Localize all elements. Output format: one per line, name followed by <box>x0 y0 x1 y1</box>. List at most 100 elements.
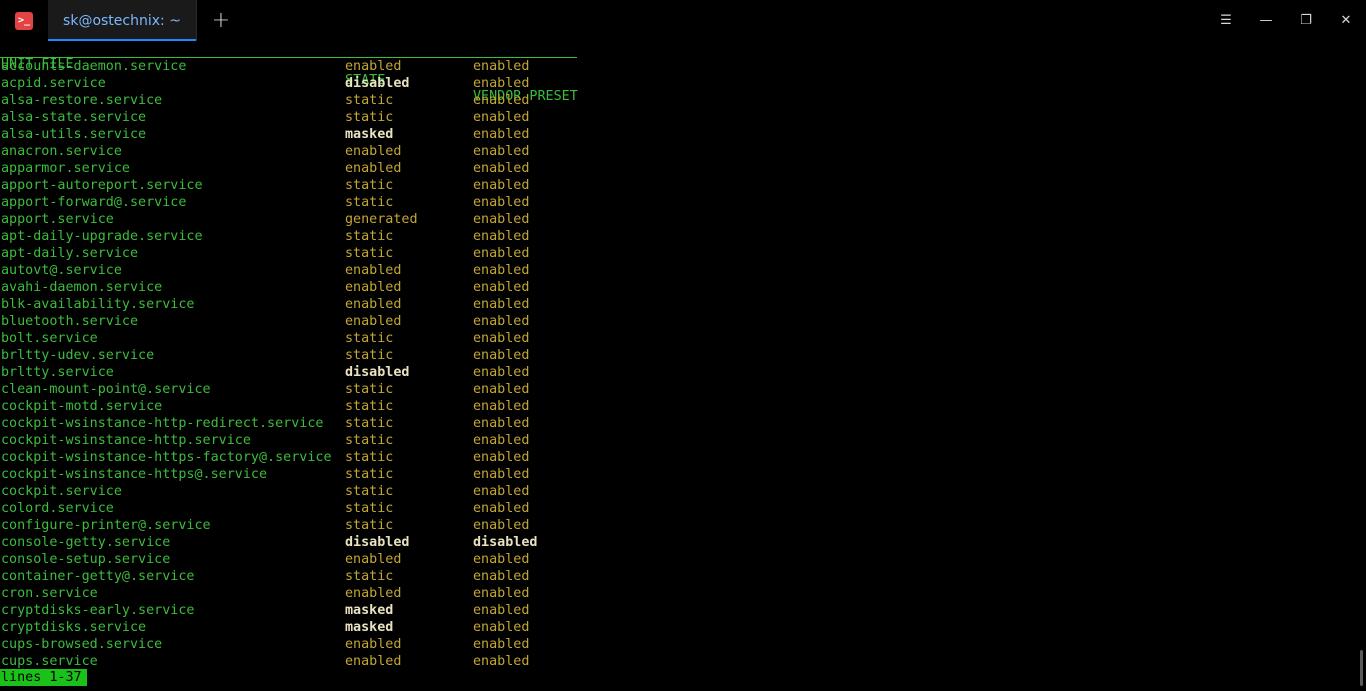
table-row: colord.service static enabled <box>0 500 1366 517</box>
unit-state: enabled <box>345 280 402 295</box>
unit-file-name: brltty-udev.service <box>1 348 155 363</box>
table-row: blk-availability.service enabled enabled <box>0 296 1366 313</box>
table-row: apport.service generated enabled <box>0 211 1366 228</box>
unit-file-name: console-setup.service <box>1 552 171 567</box>
unit-state: enabled <box>345 144 402 159</box>
unit-vendor-preset: enabled <box>473 314 530 329</box>
unit-state: enabled <box>345 637 402 652</box>
table-row: clean-mount-point@.service static enabled <box>0 381 1366 398</box>
hamburger-icon: ☰ <box>1220 13 1232 28</box>
table-row: alsa-utils.service masked enabled <box>0 126 1366 143</box>
unit-file-name: cockpit-wsinstance-http-redirect.service <box>1 416 324 431</box>
table-row: brltty.service disabled enabled <box>0 364 1366 381</box>
unit-file-name: cryptdisks.service <box>1 620 147 635</box>
table-row: alsa-restore.service static enabled <box>0 92 1366 109</box>
unit-file-name: apt-daily-upgrade.service <box>1 229 203 244</box>
unit-state: static <box>345 501 394 516</box>
unit-state: enabled <box>345 59 402 74</box>
unit-vendor-preset: enabled <box>473 212 530 227</box>
unit-state: static <box>345 348 394 363</box>
table-row: cockpit-wsinstance-https-factory@.servic… <box>0 449 1366 466</box>
window-controls: ☰ — ❐ ✕ <box>1206 0 1366 41</box>
unit-state: static <box>345 229 394 244</box>
unit-vendor-preset: enabled <box>473 620 530 635</box>
unit-file-name: clean-mount-point@.service <box>1 382 211 397</box>
unit-vendor-preset: enabled <box>473 229 530 244</box>
tab-title: sk@ostechnix: ~ <box>63 12 181 29</box>
unit-file-name: apport-forward@.service <box>1 195 187 210</box>
unit-file-name: colord.service <box>1 501 114 516</box>
unit-vendor-preset: enabled <box>473 127 530 142</box>
unit-vendor-preset: enabled <box>473 569 530 584</box>
unit-vendor-preset: enabled <box>473 195 530 210</box>
unit-vendor-preset: enabled <box>473 331 530 346</box>
table-row: apport-forward@.service static enabled <box>0 194 1366 211</box>
unit-vendor-preset: enabled <box>473 552 530 567</box>
scrollbar[interactable] <box>1360 650 1363 686</box>
unit-vendor-preset: enabled <box>473 586 530 601</box>
unit-file-name: apport.service <box>1 212 114 227</box>
unit-file-name: acpid.service <box>1 76 106 91</box>
unit-state: disabled <box>345 365 410 380</box>
tab-terminal[interactable]: sk@ostechnix: ~ <box>48 0 196 41</box>
unit-state: static <box>345 178 394 193</box>
unit-vendor-preset: enabled <box>473 433 530 448</box>
unit-file-name: alsa-restore.service <box>1 93 163 108</box>
unit-vendor-preset: enabled <box>473 348 530 363</box>
minimize-button[interactable]: — <box>1246 0 1286 41</box>
pager-status-line: lines 1-37 <box>0 669 87 686</box>
unit-file-name: blk-availability.service <box>1 297 195 312</box>
unit-state: static <box>345 467 394 482</box>
unit-vendor-preset: enabled <box>473 144 530 159</box>
unit-file-name: cockpit-wsinstance-https@.service <box>1 467 268 482</box>
unit-file-name: cockpit-wsinstance-http.service <box>1 433 251 448</box>
unit-state: masked <box>345 127 394 142</box>
table-row: cockpit.service static enabled <box>0 483 1366 500</box>
table-row: avahi-daemon.service enabled enabled <box>0 279 1366 296</box>
table-row: cups-browsed.service enabled enabled <box>0 636 1366 653</box>
close-icon: ✕ <box>1340 13 1352 28</box>
table-row: console-getty.service disabled disabled <box>0 534 1366 551</box>
unit-file-name: cups-browsed.service <box>1 637 163 652</box>
unit-state: static <box>345 450 394 465</box>
app-icon-button[interactable]: >_ <box>0 0 48 41</box>
plus-icon: + <box>211 8 231 33</box>
unit-state: static <box>345 331 394 346</box>
unit-vendor-preset: enabled <box>473 246 530 261</box>
table-header: UNIT FILE STATE VENDOR PRESET <box>0 41 578 104</box>
menu-button[interactable]: ☰ <box>1206 0 1246 41</box>
unit-state: static <box>345 93 394 108</box>
terminal-window: >_ sk@ostechnix: ~ + ☰ — ❐ ✕ UNIT FILE S… <box>0 0 1366 691</box>
terminal-output[interactable]: UNIT FILE STATE VENDOR PRESET accounts-d… <box>0 41 1366 691</box>
unit-file-name: apparmor.service <box>1 161 130 176</box>
unit-state: static <box>345 569 394 584</box>
unit-vendor-preset: enabled <box>473 382 530 397</box>
table-row: cups.service enabled enabled <box>0 653 1366 670</box>
unit-vendor-preset: enabled <box>473 501 530 516</box>
unit-state: enabled <box>345 552 402 567</box>
unit-file-name: container-getty@.service <box>1 569 195 584</box>
table-row: cryptdisks-early.service masked enabled <box>0 602 1366 619</box>
maximize-button[interactable]: ❐ <box>1286 0 1326 41</box>
table-row: apport-autoreport.service static enabled <box>0 177 1366 194</box>
unit-state: enabled <box>345 654 402 669</box>
unit-vendor-preset: enabled <box>473 263 530 278</box>
table-row: configure-printer@.service static enabled <box>0 517 1366 534</box>
unit-state: masked <box>345 620 394 635</box>
title-bar: >_ sk@ostechnix: ~ + ☰ — ❐ ✕ <box>0 0 1366 41</box>
unit-vendor-preset: enabled <box>473 416 530 431</box>
table-row: cockpit-wsinstance-https@.service static e… <box>0 466 1366 483</box>
table-row: cockpit-wsinstance-http-redirect.service… <box>0 415 1366 432</box>
unit-state: static <box>345 246 394 261</box>
new-tab-button[interactable]: + <box>197 0 245 41</box>
unit-state: static <box>345 399 394 414</box>
table-row: apt-daily.service static enabled <box>0 245 1366 262</box>
close-button[interactable]: ✕ <box>1326 0 1366 41</box>
unit-vendor-preset: enabled <box>473 637 530 652</box>
unit-file-name: brltty.service <box>1 365 114 380</box>
unit-file-name: configure-printer@.service <box>1 518 211 533</box>
unit-vendor-preset: enabled <box>473 297 530 312</box>
unit-file-name: accounts-daemon.service <box>1 59 187 74</box>
unit-state: static <box>345 484 394 499</box>
unit-vendor-preset: enabled <box>473 518 530 533</box>
